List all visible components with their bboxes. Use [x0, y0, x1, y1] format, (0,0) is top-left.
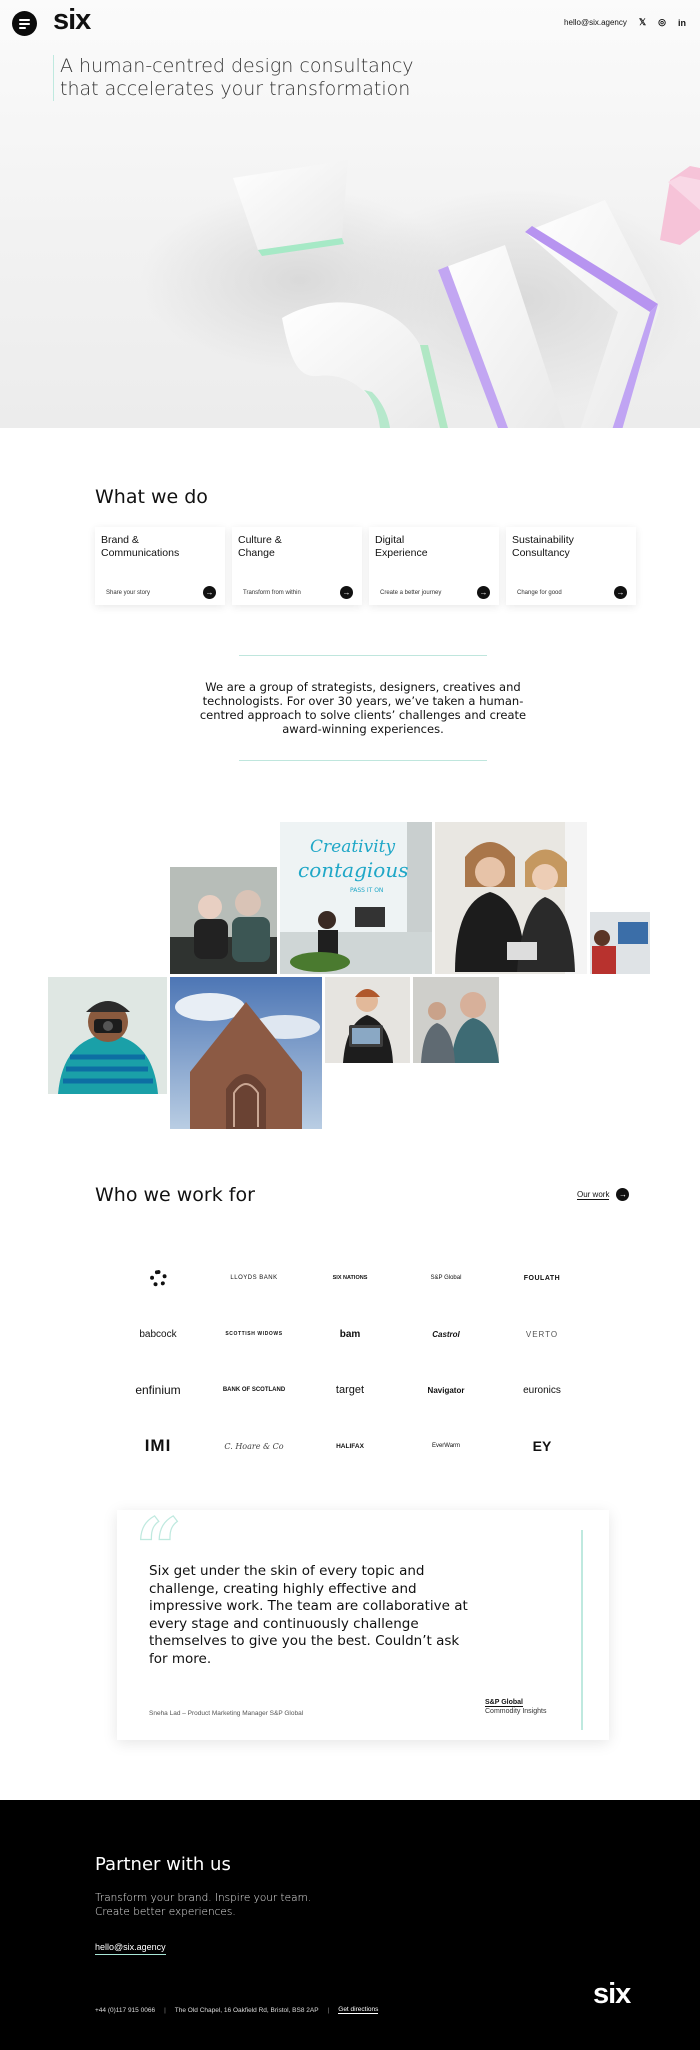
- photo-church: [170, 977, 322, 1129]
- client-logo: C. Hoare & Co: [224, 1441, 284, 1451]
- twitter-icon[interactable]: 𝕏: [639, 17, 646, 28]
- testimonial-quote: Six get under the skin of every topic an…: [149, 1563, 468, 1667]
- clients-title: Who we work for: [95, 1184, 255, 1206]
- client-logo: [110, 1250, 206, 1306]
- photo-man-camera: [48, 977, 167, 1094]
- client-logo-grid: LLOYDS BANK SIX NATIONS S&P Global FOULA…: [110, 1250, 590, 1474]
- hero-section: six hello@six.agency 𝕏 ◎ in A human-cent…: [0, 0, 700, 428]
- photo-workshop: [413, 977, 499, 1063]
- arrow-right-icon[interactable]: →: [614, 586, 627, 599]
- footer-title: Partner with us: [95, 1854, 231, 1875]
- testimonial-company-logo: S&P Global Commodity Insights: [485, 1698, 546, 1716]
- linkedin-icon[interactable]: in: [678, 18, 686, 28]
- neon-sign-text: contagious: [298, 858, 408, 882]
- services-list: Brand & Communications Share your story …: [95, 527, 636, 605]
- service-card-title: Brand & Communications: [101, 534, 180, 559]
- service-card-culture[interactable]: Culture & Change Transform from within →: [232, 527, 362, 605]
- client-logo: bam: [339, 1328, 361, 1340]
- arrow-right-icon[interactable]: →: [203, 586, 216, 599]
- client-logo: SIX NATIONS: [332, 1275, 368, 1281]
- about-text: We are a group of strategists, designers…: [199, 680, 527, 736]
- arrow-right-icon[interactable]: →: [616, 1188, 630, 1201]
- client-logo: FOULATH: [523, 1274, 561, 1282]
- client-logo: enfinium: [135, 1383, 181, 1397]
- photo-two-women-tablet: [435, 822, 587, 974]
- divider: [239, 760, 487, 761]
- service-card-sustainability[interactable]: Sustainability Consultancy Change for go…: [506, 527, 636, 605]
- client-logo: SCOTTISH WIDOWS: [225, 1331, 283, 1337]
- client-logo: VERTO: [525, 1329, 559, 1339]
- footer-phone[interactable]: +44 (0)117 915 0066: [95, 2007, 155, 2014]
- our-work-link[interactable]: Our work →: [577, 1188, 630, 1201]
- divider: [239, 655, 487, 656]
- hero-title: A human-centred design consultancy that …: [53, 55, 433, 101]
- photo-presenter-laptop: [325, 977, 410, 1063]
- header-contact: hello@six.agency 𝕏 ◎ in: [564, 17, 686, 28]
- site-logo[interactable]: six: [53, 6, 91, 35]
- photo-creativity-wall: Creativity contagious PASS IT ON: [280, 822, 432, 974]
- instagram-icon[interactable]: ◎: [658, 17, 666, 28]
- what-we-do-title: What we do: [95, 486, 208, 508]
- hero-3d-letters-illustration: [140, 160, 700, 428]
- testimonial-card: “ Six get under the skin of every topic …: [117, 1507, 609, 1740]
- client-logo: target: [335, 1384, 365, 1396]
- photo-team-meeting: [170, 867, 277, 974]
- our-work-label: Our work: [577, 1189, 610, 1200]
- client-logo: babcock: [139, 1328, 177, 1340]
- service-card-title: Culture & Change: [238, 534, 282, 559]
- client-logo: BANK OF SCOTLAND: [222, 1387, 286, 1393]
- menu-line: [19, 27, 26, 29]
- arrow-right-icon[interactable]: →: [340, 586, 353, 599]
- footer: Partner with us Transform your brand. In…: [0, 1800, 700, 2050]
- service-card-brand[interactable]: Brand & Communications Share your story …: [95, 527, 225, 605]
- footer-logo[interactable]: six: [593, 1980, 631, 2009]
- client-logo: EverWarm: [431, 1443, 461, 1449]
- client-logo: LLOYDS BANK: [230, 1275, 278, 1281]
- company-name: S&P Global: [485, 1699, 523, 1707]
- separator: |: [164, 2006, 166, 2014]
- service-card-title: Sustainability Consultancy: [512, 534, 574, 559]
- footer-email-link[interactable]: hello@six.agency: [95, 1942, 166, 1955]
- photo-office-desk: [590, 912, 650, 974]
- client-logo: EY: [532, 1438, 552, 1454]
- neon-sign-text: PASS IT ON: [350, 887, 383, 894]
- client-logo: Navigator: [427, 1385, 465, 1395]
- service-card-subtitle: Share your story: [106, 589, 151, 596]
- menu-line: [19, 23, 30, 25]
- neon-sign-text: Creativity: [310, 837, 395, 857]
- service-card-subtitle: Transform from within: [243, 589, 301, 596]
- footer-address: The Old Chapel, 16 Oakfield Rd, Bristol,…: [174, 2006, 319, 2014]
- client-logo: euronics: [523, 1384, 561, 1396]
- get-directions-link[interactable]: Get directions: [338, 2006, 379, 2014]
- service-card-subtitle: Create a better journey: [380, 589, 442, 596]
- menu-button[interactable]: [12, 11, 37, 36]
- client-logo: IMI: [144, 1436, 172, 1455]
- service-card-digital[interactable]: Digital Experience Create a better journ…: [369, 527, 499, 605]
- company-sub: Commodity Insights: [485, 1708, 547, 1715]
- service-card-title: Digital Experience: [375, 534, 428, 559]
- testimonial-author: Sneha Lad – Product Marketing Manager S&…: [149, 1710, 304, 1717]
- footer-text: Transform your brand. Inspire your team.…: [95, 1892, 312, 1918]
- separator: |: [327, 2006, 330, 2014]
- divider: [581, 1530, 583, 1730]
- arrow-right-icon[interactable]: →: [477, 586, 490, 599]
- footer-contact-line: +44 (0)117 915 0066 | The Old Chapel, 16…: [95, 2006, 379, 2014]
- header-email-link[interactable]: hello@six.agency: [564, 18, 627, 27]
- client-logo: HALIFAX: [336, 1442, 364, 1450]
- client-logo: S&P Global: [430, 1275, 462, 1281]
- service-card-subtitle: Change for good: [517, 589, 562, 596]
- menu-line: [19, 19, 30, 21]
- client-logo: Castrol: [432, 1329, 460, 1339]
